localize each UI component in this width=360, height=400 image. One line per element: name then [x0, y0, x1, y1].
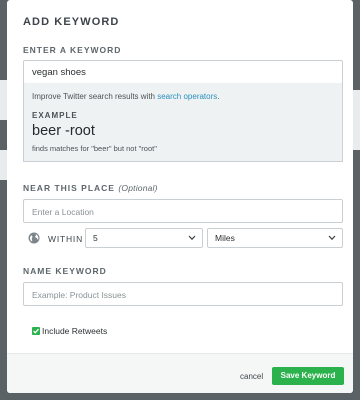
- operator-hint-panel: Improve Twitter search results with sear…: [23, 83, 343, 162]
- distance-value: 5: [93, 233, 98, 243]
- search-operators-link[interactable]: search operators: [157, 92, 217, 101]
- name-section-label: NAME KEYWORD: [23, 266, 107, 276]
- example-query: beer -root: [32, 123, 95, 139]
- save-keyword-button[interactable]: Save Keyword: [272, 367, 344, 385]
- keyword-section-label: ENTER A KEYWORD: [23, 45, 122, 55]
- hint-text: Improve Twitter search results with sear…: [32, 92, 220, 101]
- globe-icon: [28, 232, 40, 244]
- add-keyword-dialog: ADD KEYWORD ENTER A KEYWORD vegan shoes …: [7, 0, 353, 393]
- cancel-button[interactable]: cancel: [240, 372, 263, 381]
- example-description: finds matches for "beer" but not "root": [32, 144, 157, 153]
- location-input[interactable]: Enter a Location: [23, 199, 343, 223]
- keyword-input[interactable]: vegan shoes: [23, 60, 343, 84]
- include-retweets-label[interactable]: Include Retweets: [42, 326, 107, 336]
- dialog-title: ADD KEYWORD: [23, 16, 120, 28]
- within-label: WITHIN: [48, 234, 84, 244]
- distance-select[interactable]: 5: [85, 228, 203, 248]
- include-retweets-checkbox[interactable]: [32, 327, 40, 335]
- unit-value: Miles: [215, 233, 235, 243]
- chevron-down-icon: [328, 235, 336, 241]
- checkmark-icon: [33, 328, 39, 334]
- chevron-down-icon: [188, 235, 196, 241]
- background-page-fragment: [353, 90, 360, 150]
- background-page-fragment: [0, 80, 7, 120]
- example-label: EXAMPLE: [32, 111, 78, 120]
- unit-select[interactable]: Miles: [207, 228, 343, 248]
- optional-note: (Optional): [118, 183, 158, 193]
- dialog-footer: cancel Save Keyword: [7, 353, 353, 393]
- keyword-name-input[interactable]: Example: Product Issues: [23, 282, 343, 306]
- background-page-fragment: [0, 150, 7, 180]
- location-section-label: NEAR THIS PLACE (Optional): [23, 183, 158, 193]
